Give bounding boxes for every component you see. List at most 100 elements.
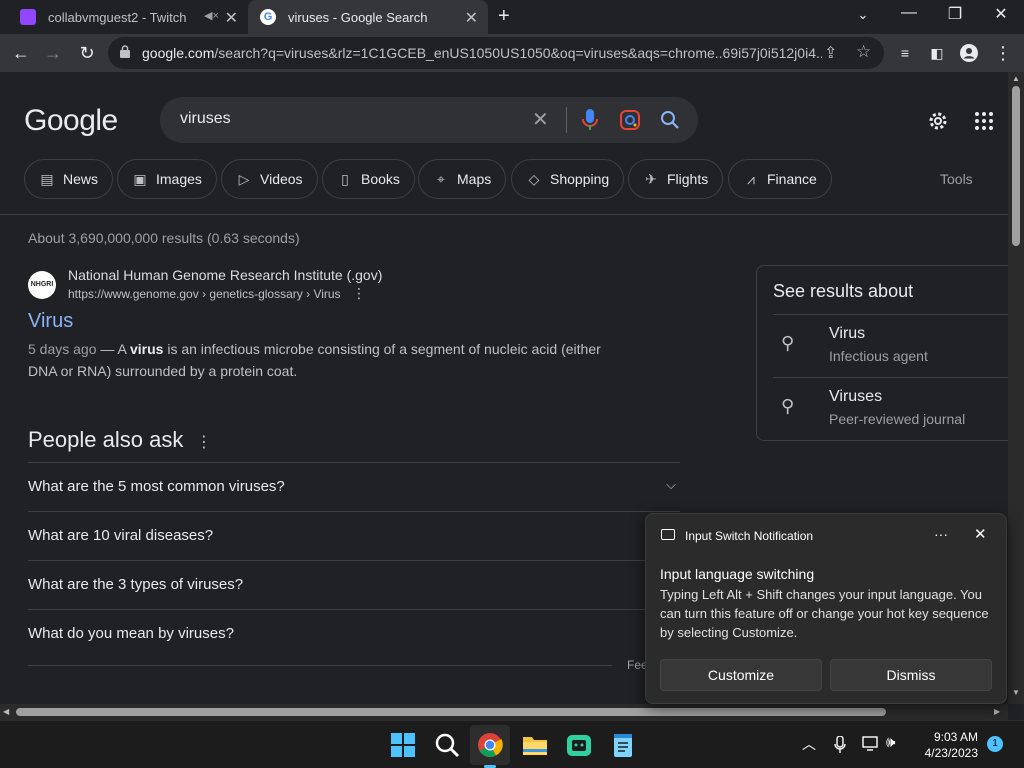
forward-arrow-icon[interactable]: → [40, 40, 66, 66]
scroll-down-arrow-icon[interactable]: ▼ [1012, 688, 1020, 697]
more-options-icon[interactable]: ··· [934, 526, 948, 542]
browser-tab-strip: collabvmguest2 - Twitch ◀× ✕ G viruses -… [0, 0, 1024, 34]
tab-title: collabvmguest2 - Twitch [48, 9, 187, 25]
chip-images[interactable]: ▣ Images [117, 159, 217, 199]
reload-icon[interactable]: ↻ [74, 40, 100, 66]
see-results-about-heading: See results about [773, 281, 914, 301]
search-icon: ⚲ [781, 396, 795, 416]
minimize-icon[interactable]: — [886, 4, 932, 22]
paa-question[interactable]: What are 10 viral diseases? ⌵ [28, 511, 680, 560]
network-icon[interactable] [862, 736, 880, 752]
chip-news[interactable]: ▤ News [24, 159, 114, 199]
show-hidden-icons-chevron-icon[interactable]: ︿ [802, 734, 816, 754]
result-site-name[interactable]: National Human Genome Research Institute… [68, 267, 382, 283]
dismiss-button[interactable]: Dismiss [830, 659, 992, 691]
horizontal-scrollbar[interactable]: ◀ ▶ [0, 704, 1008, 720]
new-tab-plus-icon[interactable]: + [498, 5, 510, 28]
keyboard-icon [661, 529, 675, 540]
close-icon[interactable]: ✕ [974, 525, 987, 543]
vertical-scrollbar[interactable]: ▲ ▼ [1008, 72, 1024, 704]
clock-date: 4/23/2023 [924, 746, 978, 760]
side-panel-icon[interactable]: ◧ [924, 40, 950, 66]
clock-time: 9:03 AM [933, 730, 978, 744]
address-bar[interactable]: google.com/search?q=viruses&rlz=1C1GCEB_… [108, 37, 884, 69]
tab-title: viruses - Google Search [288, 9, 428, 25]
volume-speaker-icon[interactable]: 🕪 [886, 734, 895, 751]
see-results-item-virus[interactable]: ⚲ Virus Infectious agent [773, 314, 1008, 376]
people-also-ask-heading: People also ask [28, 427, 184, 452]
twitch-icon [20, 9, 36, 25]
map-pin-icon: ⌖ [437, 170, 445, 187]
paa-bottom-divider [28, 665, 612, 666]
profile-avatar-icon[interactable] [956, 40, 982, 66]
chrome-icon[interactable] [477, 732, 503, 758]
paa-question[interactable]: What are the 3 types of viruses? ⌵ [28, 560, 680, 609]
search-input[interactable]: viruses [180, 110, 231, 128]
site-favicon-icon: NHGRI [28, 271, 56, 299]
google-lens-camera-icon[interactable] [620, 110, 640, 130]
paa-question[interactable]: What are the 5 most common viruses? ⌵ [28, 462, 680, 511]
customize-button[interactable]: Customize [660, 659, 822, 691]
file-explorer-folder-icon[interactable] [522, 732, 548, 758]
chip-flights[interactable]: ✈ Flights [628, 159, 724, 199]
tools-button[interactable]: Tools [940, 171, 973, 187]
scrollbar-thumb[interactable] [16, 708, 886, 716]
windows-start-icon[interactable] [390, 732, 416, 758]
result-more-options-icon[interactable]: ⋮ [352, 285, 366, 302]
microphone-icon[interactable] [582, 109, 598, 131]
search-magnifier-icon[interactable] [660, 110, 680, 130]
paa-question[interactable]: What do you mean by viruses? ⌵ [28, 609, 680, 658]
tag-icon: ◇ [528, 170, 540, 187]
scroll-left-arrow-icon[interactable]: ◀ [3, 707, 9, 716]
restore-icon[interactable]: ❐ [932, 4, 978, 24]
close-tab-icon[interactable]: ✕ [225, 8, 238, 28]
notification-body: Typing Left Alt + Shift changes your inp… [660, 587, 989, 640]
close-tab-icon[interactable]: ✕ [465, 8, 478, 28]
image-icon: ▣ [133, 170, 147, 187]
share-icon[interactable]: ⇪ [824, 43, 837, 63]
paa-more-options-icon[interactable]: ⋮ [196, 432, 212, 452]
google-favicon-icon: G [260, 9, 276, 25]
apps-grid-icon[interactable] [974, 111, 994, 131]
result-title-link[interactable]: Virus [28, 310, 73, 333]
collabvm-app-icon[interactable] [566, 732, 592, 758]
chevron-down-icon: ⌵ [666, 477, 676, 492]
google-logo[interactable]: Google [24, 104, 118, 138]
scroll-up-arrow-icon[interactable]: ▲ [1012, 74, 1020, 83]
finance-icon: ⩘ [747, 170, 755, 187]
back-arrow-icon[interactable]: ← [8, 40, 34, 66]
header-divider [0, 214, 1008, 215]
system-clock[interactable]: 9:03 AM 4/23/2023 [918, 729, 978, 761]
settings-gear-icon[interactable] [926, 109, 950, 133]
chip-books[interactable]: ▯ Books [322, 159, 415, 199]
result-url[interactable]: https://www.genome.gov › genetics-glossa… [68, 287, 341, 301]
tab-twitch[interactable]: collabvmguest2 - Twitch ◀× ✕ [8, 0, 248, 34]
chip-videos[interactable]: ▷ Videos [221, 159, 318, 199]
search-divider [566, 107, 567, 133]
url-text: google.com/search?q=viruses&rlz=1C1GCEB_… [142, 45, 822, 61]
bookmark-star-icon[interactable]: ☆ [856, 42, 871, 62]
input-switch-notification: Input Switch Notification ··· ✕ Input la… [645, 513, 1007, 704]
see-results-item-viruses[interactable]: ⚲ Viruses Peer-reviewed journal [773, 377, 1008, 439]
speaker-muted-icon[interactable]: ◀× [204, 9, 219, 22]
result-snippet: 5 days ago — A virus is an infectious mi… [28, 341, 601, 379]
notification-count-badge[interactable]: 1 [987, 736, 1003, 752]
chip-shopping[interactable]: ◇ Shopping [511, 159, 625, 199]
tab-google-search[interactable]: G viruses - Google Search ✕ [248, 0, 488, 34]
menu-kebab-icon[interactable]: ⋮ [990, 40, 1016, 66]
book-icon: ▯ [341, 170, 349, 187]
chip-maps[interactable]: ⌖ Maps [418, 159, 507, 199]
scrollbar-thumb[interactable] [1012, 86, 1020, 246]
scroll-right-arrow-icon[interactable]: ▶ [994, 707, 1000, 716]
search-icon[interactable] [434, 732, 460, 758]
notepad-icon[interactable] [610, 732, 636, 758]
close-window-icon[interactable]: ✕ [978, 4, 1024, 24]
tab-search-chevron-icon[interactable]: ⌄ [840, 7, 886, 23]
reading-list-icon[interactable]: ≡ [892, 40, 918, 66]
search-icon: ⚲ [781, 333, 795, 353]
chip-finance[interactable]: ⩘ Finance [728, 159, 832, 199]
notification-title: Input language switching [660, 566, 815, 582]
clear-search-icon[interactable]: ✕ [532, 107, 549, 132]
microphone-in-use-icon[interactable] [834, 736, 846, 754]
search-box[interactable]: viruses ✕ [160, 97, 698, 143]
